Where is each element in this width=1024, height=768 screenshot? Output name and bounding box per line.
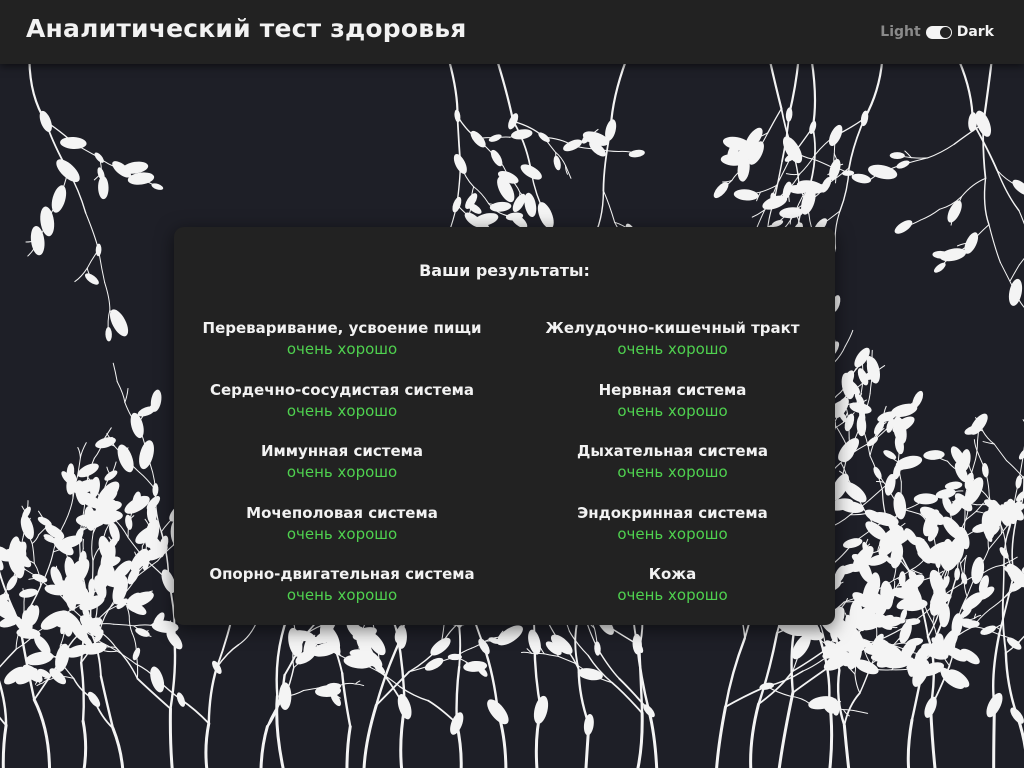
result-item: Дыхательная система очень хорошо xyxy=(510,441,835,503)
toggle-knob xyxy=(939,26,951,38)
result-item: Иммунная система очень хорошо xyxy=(174,441,510,503)
result-value: очень хорошо xyxy=(286,586,398,604)
result-name: Желудочно-кишечный тракт xyxy=(545,319,800,337)
result-name: Эндокринная система xyxy=(577,503,768,522)
result-item: Сердечно-сосудистая система очень хорошо xyxy=(174,380,510,442)
result-name: Кожа xyxy=(648,565,697,583)
page-title: Аналитический тест здоровья xyxy=(26,14,467,43)
result-value: очень хорошо xyxy=(617,401,728,420)
result-value: очень хорошо xyxy=(286,463,398,481)
result-item: Кожа очень хорошо xyxy=(510,564,835,626)
result-name: Опорно-двигательная система xyxy=(209,565,475,583)
app-page: Аналитический тест здоровья Light Dark В… xyxy=(0,0,1024,768)
result-name: Сердечно-сосудистая система xyxy=(210,380,474,399)
result-item: Желудочно-кишечный тракт очень хорошо xyxy=(510,318,835,380)
result-item: Переваривание, усвоение пищи очень хорош… xyxy=(174,318,510,380)
result-name: Нервная система xyxy=(598,380,747,399)
result-value: очень хорошо xyxy=(617,524,728,543)
theme-switch: Light Dark xyxy=(880,24,994,40)
theme-toggle[interactable] xyxy=(925,25,952,39)
result-value: очень хорошо xyxy=(286,524,398,543)
result-item: Нервная система очень хорошо xyxy=(510,380,835,442)
result-value: очень хорошо xyxy=(617,463,728,481)
result-value: очень хорошо xyxy=(286,401,398,420)
result-item: Эндокринная система очень хорошо xyxy=(510,503,835,565)
result-value: очень хорошо xyxy=(617,340,728,358)
result-name: Переваривание, усвоение пищи xyxy=(202,319,482,337)
results-heading: Ваши результаты: xyxy=(419,261,590,280)
results-card: Ваши результаты: Переваривание, усвоение… xyxy=(174,227,835,625)
result-name: Дыхательная система xyxy=(577,442,768,460)
result-name: Мочеполовая система xyxy=(246,503,438,522)
results-grid: Переваривание, усвоение пищи очень хорош… xyxy=(174,318,835,626)
result-item: Опорно-двигательная система очень хорошо xyxy=(174,564,510,626)
result-name: Иммунная система xyxy=(260,442,424,460)
result-value: очень хорошо xyxy=(286,340,398,358)
result-item: Мочеполовая система очень хорошо xyxy=(174,503,510,565)
theme-dark-label: Dark xyxy=(956,24,994,40)
result-value: очень хорошо xyxy=(617,586,728,604)
top-bar: Аналитический тест здоровья Light Dark xyxy=(0,0,1024,64)
theme-light-label: Light xyxy=(880,24,921,40)
